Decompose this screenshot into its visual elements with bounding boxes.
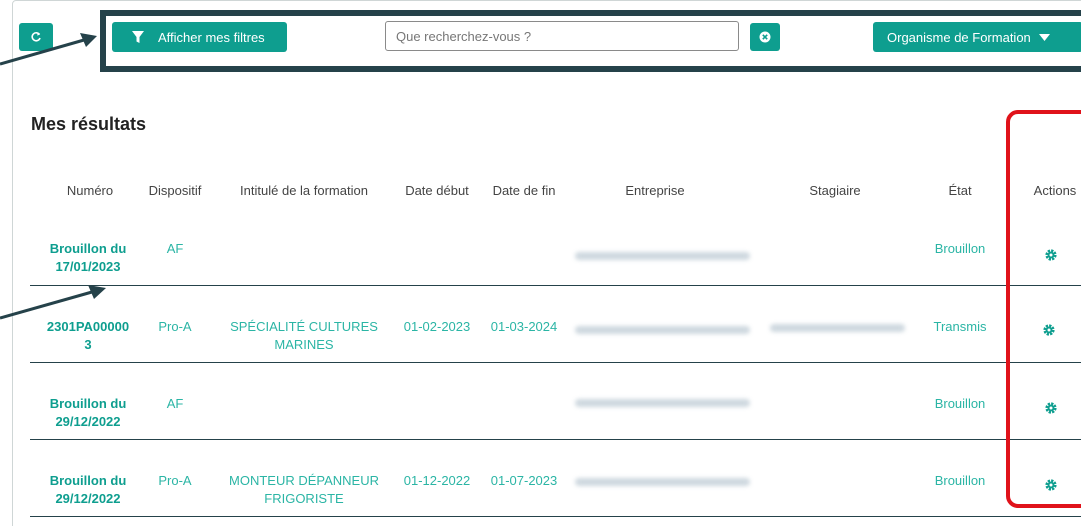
clear-icon [759, 31, 771, 43]
show-filters-label: Afficher mes filtres [158, 29, 265, 45]
row-date-debut: 01-02-2023 [403, 319, 471, 334]
row-intitule: MONTEUR DÉPANNEUR FRIGORISTE [229, 473, 379, 506]
table-row[interactable]: 2301PA00000 3 Pro-A SPÉCIALITÉ CULTURES … [30, 286, 1081, 363]
row-numero[interactable]: 2301PA00000 3 [43, 318, 133, 354]
entreprise-blurred [575, 399, 750, 407]
column-header-date-fin: Date de fin [492, 183, 556, 198]
row-dispositif: Pro-A [158, 319, 192, 334]
column-header-date-debut: Date début [405, 183, 469, 198]
row-dispositif: Pro-A [158, 473, 192, 488]
stagiaire-blurred [770, 324, 905, 332]
table-row[interactable]: Brouillon du 17/01/2023 AF Brouillon [30, 232, 1081, 286]
table-row[interactable]: Brouillon du 29/12/2022 AF Brouillon [30, 363, 1081, 440]
organisme-dropdown[interactable]: Organisme de Formation [873, 22, 1081, 52]
page-title: Mes résultats [31, 114, 147, 134]
row-dispositif: AF [166, 241, 184, 256]
entreprise-blurred [575, 326, 750, 334]
row-etat: Brouillon [934, 473, 986, 488]
row-etat: Brouillon [934, 396, 986, 411]
row-date-fin: 01-03-2024 [490, 319, 558, 334]
row-numero[interactable]: Brouillon du 29/12/2022 [43, 395, 133, 431]
column-header-intitule: Intitulé de la formation [240, 183, 368, 198]
organisme-label: Organisme de Formation [887, 29, 1031, 45]
row-intitule: SPÉCIALITÉ CULTURES MARINES [230, 319, 378, 352]
table-row[interactable]: Brouillon du 29/12/2022 Pro-A MONTEUR DÉ… [30, 440, 1081, 517]
row-date-debut: 01-12-2022 [403, 473, 471, 488]
search-input[interactable] [385, 21, 739, 51]
filter-icon [132, 30, 144, 43]
row-etat: Brouillon [934, 241, 986, 256]
column-header-etat: État [948, 183, 972, 198]
entreprise-blurred [575, 252, 750, 260]
row-numero[interactable]: Brouillon du 29/12/2022 [43, 472, 133, 508]
clear-search-button[interactable] [750, 23, 780, 51]
caret-down-icon [1038, 33, 1050, 41]
row-numero[interactable]: Brouillon du 17/01/2023 [43, 240, 133, 276]
column-header-stagiaire: Stagiaire [809, 183, 861, 198]
row-etat: Transmis [933, 319, 987, 334]
annotation-arrow-toolbar [0, 33, 97, 66]
row-date-fin: 01-07-2023 [490, 473, 558, 488]
row-dispositif: AF [166, 396, 184, 411]
actions-highlight-frame [1006, 110, 1081, 508]
column-header-numero: Numéro [66, 183, 114, 198]
column-header-entreprise: Entreprise [625, 183, 685, 198]
row-divider [30, 516, 1081, 517]
column-header-dispositif: Dispositif [148, 183, 202, 198]
entreprise-blurred [575, 478, 750, 486]
show-filters-button[interactable]: Afficher mes filtres [112, 22, 287, 52]
